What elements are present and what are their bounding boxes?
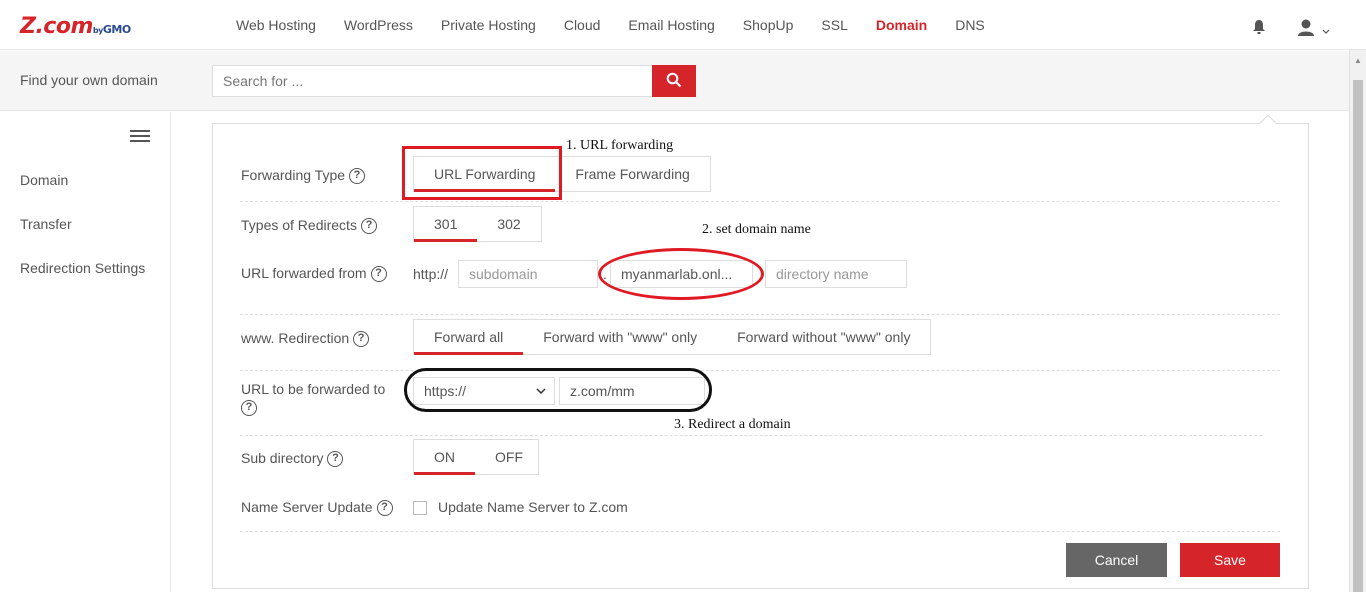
redirection-form-panel — [212, 123, 1309, 589]
help-icon[interactable]: ? — [349, 168, 366, 185]
url-from-label: URL forwarded from? — [241, 265, 387, 283]
user-account-icon[interactable] — [1296, 18, 1332, 38]
url-to-label: URL to be forwarded to? — [241, 380, 401, 417]
help-icon[interactable]: ? — [327, 451, 344, 468]
sub-directory-off[interactable]: OFF — [475, 440, 543, 474]
top-navbar: Z.combyGMO Web Hosting WordPress Private… — [0, 0, 1366, 50]
help-icon[interactable]: ? — [360, 218, 377, 235]
sub-directory-on[interactable]: ON — [414, 440, 475, 475]
help-icon[interactable]: ? — [241, 400, 257, 417]
redirect-301-option[interactable]: 301 — [414, 207, 478, 242]
find-domain-label: Find your own domain — [20, 72, 158, 88]
ns-update-text: Update Name Server to Z.com — [438, 499, 628, 515]
divider — [240, 435, 1262, 436]
nav-private-hosting[interactable]: Private Hosting — [427, 0, 550, 50]
http-prefix: http:// — [413, 266, 449, 282]
annotation-url-forwarding: 1. URL forwarding — [566, 138, 674, 153]
forward-with-www-option[interactable]: Forward with "www" only — [523, 320, 717, 354]
www-redirection-toggle: Forward all Forward with "www" only Forw… — [413, 319, 932, 355]
help-icon[interactable]: ? — [353, 331, 370, 348]
cancel-button[interactable]: Cancel — [1066, 543, 1167, 577]
nav-ssl[interactable]: SSL — [807, 0, 861, 50]
divider — [240, 201, 1280, 202]
scroll-up-icon[interactable]: ▲ — [1354, 56, 1362, 65]
sidebar-item-transfer[interactable]: Transfer — [20, 216, 72, 232]
bell-icon[interactable] — [1251, 19, 1267, 35]
save-button[interactable]: Save — [1180, 543, 1280, 577]
page-scrollbar[interactable]: ▲ — [1349, 50, 1366, 592]
scrollbar-thumb[interactable] — [1353, 80, 1363, 592]
sidebar-item-domain[interactable]: Domain — [20, 172, 68, 188]
sub-directory-label: Sub directory? — [241, 450, 344, 468]
left-sidebar: Domain Transfer Redirection Settings — [0, 112, 171, 592]
main-nav: Web Hosting WordPress Private Hosting Cl… — [222, 0, 999, 50]
ns-update-checkbox[interactable] — [413, 501, 427, 515]
nav-domain[interactable]: Domain — [862, 0, 941, 50]
forward-all-option[interactable]: Forward all — [414, 320, 524, 355]
sub-directory-toggle: ON OFF — [413, 439, 539, 475]
nav-wordpress[interactable]: WordPress — [330, 0, 427, 50]
ns-update-label: Name Server Update? — [241, 499, 393, 517]
directory-name-input[interactable]: directory name — [765, 260, 907, 288]
annotation-ellipse-redirect — [404, 368, 712, 412]
divider — [240, 314, 1280, 315]
menu-icon[interactable] — [130, 130, 150, 144]
help-icon[interactable]: ? — [370, 266, 387, 283]
annotation-redirect-domain: 3. Redirect a domain — [674, 417, 791, 432]
nav-shopup[interactable]: ShopUp — [729, 0, 808, 50]
search-icon — [666, 72, 682, 87]
zcom-logo[interactable]: Z.combyGMO — [20, 14, 131, 39]
redirect-type-label: Types of Redirects? — [241, 217, 377, 235]
nav-dns[interactable]: DNS — [941, 0, 999, 50]
annotation-set-domain: 2. set domain name — [702, 222, 811, 237]
nav-web-hosting[interactable]: Web Hosting — [222, 0, 330, 50]
divider — [240, 370, 1280, 371]
sidebar-item-redirection-settings[interactable]: Redirection Settings — [20, 260, 145, 276]
search-button[interactable] — [652, 65, 696, 97]
nav-email-hosting[interactable]: Email Hosting — [614, 0, 728, 50]
redirect-type-toggle: 301 302 — [413, 206, 542, 242]
help-icon[interactable]: ? — [376, 500, 393, 517]
domain-search-bar: Find your own domain — [0, 51, 1349, 111]
annotation-rect-url-forwarding — [402, 146, 562, 200]
domain-search-input[interactable] — [212, 65, 653, 97]
divider — [240, 531, 1280, 532]
nav-cloud[interactable]: Cloud — [550, 0, 615, 50]
annotation-ellipse-domain — [598, 248, 764, 300]
www-redirection-label: www. Redirection? — [241, 330, 370, 348]
frame-forwarding-option[interactable]: Frame Forwarding — [555, 157, 709, 191]
forward-without-www-option[interactable]: Forward without "www" only — [717, 320, 930, 354]
forwarding-type-label: Forwarding Type? — [241, 167, 366, 185]
subdomain-input[interactable]: subdomain — [458, 260, 598, 288]
redirect-302-option[interactable]: 302 — [477, 207, 540, 241]
